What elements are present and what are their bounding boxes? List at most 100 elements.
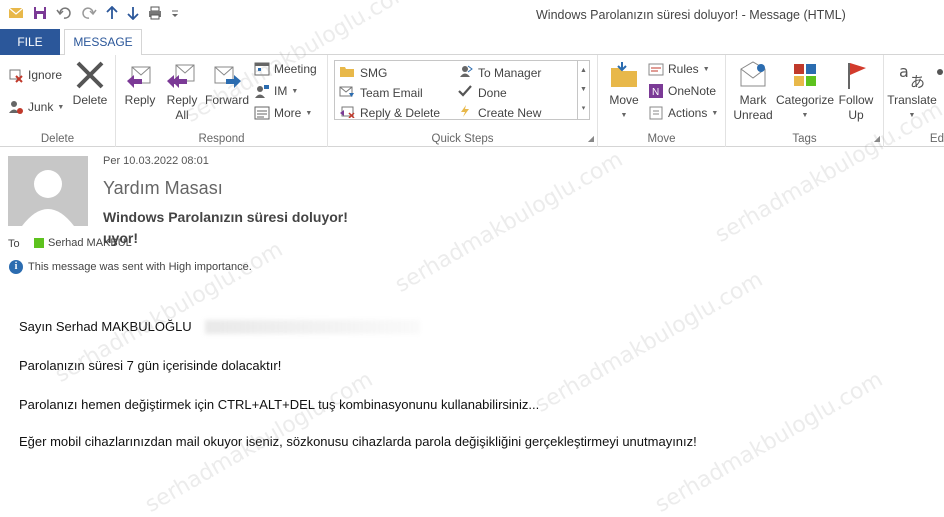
tags-group: Mark Unread Categorize ▼ Follow Up Tags … [726, 55, 884, 147]
meeting-button[interactable]: Meeting [254, 59, 317, 79]
quick-steps-group-label: Quick Steps [431, 133, 494, 145]
quick-step-reply-delete[interactable]: Reply & Delete [339, 104, 440, 121]
move-group: Move ▼ Rules ▼ N OneNote Actions ▼ Move [598, 55, 726, 147]
move-folder-icon [608, 59, 640, 91]
more-button[interactable]: More ▼ [254, 103, 312, 123]
sender-avatar [8, 156, 88, 226]
importance-text: This message was sent with High importan… [28, 261, 252, 273]
watermark: serhadmakbuloglu.com [531, 267, 768, 418]
sender-name[interactable]: Yardım Masası [103, 178, 223, 199]
message-subject: Windows Parolanızın süresi doluyor! [103, 209, 348, 225]
redo-icon[interactable] [81, 6, 97, 24]
move-button[interactable]: Move ▼ [604, 59, 644, 123]
tags-group-label: Tags [792, 133, 817, 145]
find-button[interactable] [936, 59, 944, 79]
svg-text:a: a [899, 62, 909, 81]
dialog-launcher-icon[interactable]: ◢ [874, 134, 880, 143]
chevron-down-icon: ▼ [801, 112, 809, 119]
to-label: To [8, 238, 20, 250]
chevron-down-icon: ▼ [620, 112, 628, 119]
translate-icon: aあ [896, 59, 928, 91]
delete-button[interactable]: Delete [70, 59, 110, 108]
translate-button[interactable]: aあ Translate ▼ [886, 59, 938, 123]
mark-unread-button[interactable]: Mark Unread [730, 59, 776, 123]
junk-icon [8, 99, 24, 115]
message-date: Per 10.03.2022 08:01 [103, 155, 209, 167]
down-arrow-icon[interactable] [127, 6, 139, 24]
chevron-down-icon: ▼ [908, 112, 916, 119]
importance-infobar: i This message was sent with High import… [9, 260, 252, 274]
redacted-text [205, 320, 420, 334]
quick-steps-scrollbar[interactable]: ▲ ▼ ▾ [577, 61, 589, 119]
body-line-2: Parolanızı hemen değiştirmek için CTRL+A… [19, 397, 540, 412]
quick-step-done[interactable]: Done [457, 84, 507, 101]
onenote-icon: N [648, 83, 664, 99]
quick-step-smg[interactable]: SMG [339, 64, 387, 81]
im-icon [254, 83, 270, 99]
body-line-3: Eğer mobil cihazlarınızdan mail okuyor i… [19, 434, 697, 449]
info-icon: i [9, 260, 23, 274]
junk-button[interactable]: Junk ▼ [8, 97, 64, 117]
recipient-name: Serhad MAKBUL [48, 237, 132, 249]
chevron-down-icon: ▼ [711, 109, 719, 117]
quick-step-to-manager[interactable]: To Manager [457, 64, 541, 81]
actions-icon [648, 105, 664, 121]
reply-button[interactable]: Reply [120, 59, 160, 108]
chevron-down-icon: ▼ [291, 87, 299, 95]
to-manager-icon [457, 64, 473, 81]
quick-step-team-email[interactable]: Team Email [339, 84, 423, 101]
watermark: serhadmakbuloglu.com [391, 147, 628, 298]
folder-icon [339, 64, 355, 81]
reply-all-icon [166, 59, 198, 91]
delete-group: Ignore Junk ▼ Delete Delete [0, 55, 116, 147]
reply-all-button[interactable]: Reply All [162, 59, 202, 123]
dialog-launcher-icon[interactable]: ◢ [588, 134, 594, 143]
quick-step-create-new[interactable]: Create New [457, 104, 541, 121]
tab-message[interactable]: MESSAGE [64, 29, 142, 56]
presence-icon [34, 238, 44, 248]
team-email-icon [339, 84, 355, 101]
window-title: Windows Parolanızın süresi doluyor! - Me… [536, 8, 846, 22]
rules-button[interactable]: Rules ▼ [648, 59, 710, 79]
im-button[interactable]: IM ▼ [254, 81, 298, 101]
quick-steps-group: SMG Team Email Reply & Delete To Manager… [328, 55, 598, 147]
title-bar: Windows Parolanızın süresi doluyor! - Me… [0, 0, 944, 30]
flag-icon [840, 59, 872, 91]
body-line-1: Parolanızın süresi 7 gün içerisinde dola… [19, 358, 282, 373]
up-arrow-icon[interactable] [106, 5, 118, 24]
quick-steps-gallery: SMG Team Email Reply & Delete To Manager… [334, 60, 590, 120]
svg-text:N: N [652, 87, 659, 98]
binoculars-icon [936, 61, 944, 77]
print-icon[interactable] [148, 6, 162, 24]
ignore-button[interactable]: Ignore [8, 65, 62, 85]
reply-icon [124, 59, 156, 91]
move-group-label: Move [647, 133, 676, 145]
chevron-down-icon: ▼ [702, 65, 710, 73]
undo-icon[interactable] [56, 6, 72, 24]
onenote-button[interactable]: N OneNote [648, 81, 716, 101]
rules-icon [648, 61, 664, 77]
delete-group-label: Delete [40, 133, 75, 145]
respond-group-label: Respond [198, 133, 245, 145]
categorize-button[interactable]: Categorize ▼ [776, 59, 834, 123]
chevron-down-icon: ▼ [57, 103, 65, 111]
forward-button[interactable]: Forward [204, 59, 250, 108]
ribbon-tabs: FILE MESSAGE [0, 29, 944, 56]
recipient[interactable]: Serhad MAKBUL [34, 237, 132, 249]
actions-button[interactable]: Actions ▼ [648, 103, 718, 123]
ribbon: Ignore Junk ▼ Delete Delete Reply Reply … [0, 55, 944, 147]
follow-up-button[interactable]: Follow Up [834, 59, 878, 123]
body-greeting: Sayın Serhad MAKBULOĞLU [19, 319, 192, 334]
editing-group-label: Ed [929, 133, 944, 145]
quick-access-toolbar [8, 5, 179, 24]
reply-delete-icon [339, 104, 355, 121]
customize-icon[interactable] [171, 6, 179, 24]
save-icon[interactable] [33, 6, 47, 24]
mark-unread-icon [737, 59, 769, 91]
mail-icon[interactable] [8, 6, 24, 24]
lightning-icon [457, 104, 473, 121]
delete-icon [74, 59, 106, 91]
chevron-down-icon: ▼ [305, 109, 313, 117]
more-icon [254, 105, 270, 121]
tab-file[interactable]: FILE [0, 29, 60, 55]
